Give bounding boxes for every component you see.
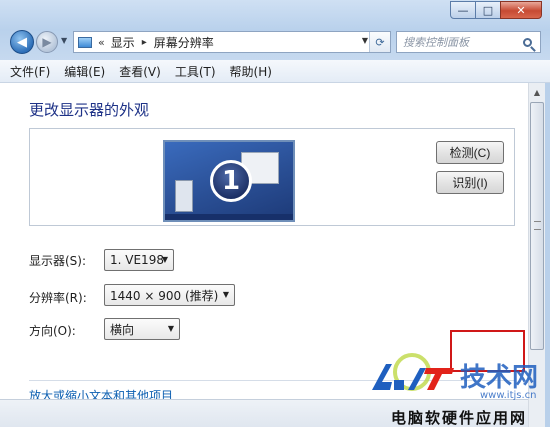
orientation-select-value: 横向 [110,322,135,337]
maximize-button[interactable]: □ [475,1,501,19]
menu-view[interactable]: 查看(V) [113,63,167,80]
svg-text:技术网: 技术网 [460,363,538,393]
menu-bar: 文件(F) 编辑(E) 查看(V) 工具(T) 帮助(H) [0,60,550,83]
resolution-label: 分辨率(R): [29,291,87,305]
control-panel-window: — □ ✕ ◀ ▶ ▼ « 显示 ▸ 屏幕分辨率 ▼ ⟳ 文件(F) 编辑(E)… [0,0,550,427]
chevron-down-icon: ▼ [222,290,229,299]
search-input[interactable] [403,35,521,49]
svg-text:www.itjs.cn: www.itjs.cn [480,390,537,401]
resolution-select-value: 1440 × 900 (推荐) [110,288,219,303]
monitor-preview[interactable]: 1 [163,140,295,222]
display-select-value: 1. VE198 [110,253,164,267]
breadcrumb-overflow[interactable]: « [98,36,105,49]
refresh-icon[interactable]: ⟳ [369,32,390,52]
monitor-taskbar-graphic [165,214,293,220]
search-icon[interactable] [523,37,532,47]
close-button[interactable]: ✕ [500,1,542,19]
menu-edit[interactable]: 编辑(E) [58,63,111,80]
menu-tools[interactable]: 工具(T) [169,63,222,80]
minimize-button[interactable]: — [450,1,476,19]
detect-button[interactable]: 检测(C) [436,141,504,164]
address-bar[interactable]: « 显示 ▸ 屏幕分辨率 ▼ ⟳ [73,31,391,53]
control-panel-icon [78,36,92,48]
address-dropdown-icon[interactable]: ▼ [362,36,368,45]
recent-pages-dropdown-icon[interactable]: ▼ [61,36,67,45]
page-title: 更改显示器的外观 [29,101,150,119]
breadcrumb-item-display[interactable]: 显示 [111,34,135,51]
resolution-select[interactable]: 1440 × 900 (推荐) ▼ [104,284,235,306]
orientation-select[interactable]: 横向 ▼ [104,318,180,340]
forward-button[interactable]: ▶ [36,31,58,53]
menu-file[interactable]: 文件(F) [4,63,56,80]
site-watermark: 技术网 www.itjs.cn 电脑软硬件应用网 [368,352,550,427]
search-box[interactable] [396,31,541,53]
scrollbar-grip-icon [534,221,541,230]
orientation-label: 方向(O): [29,324,76,338]
identify-button[interactable]: 识别(I) [436,171,504,194]
monitor-window-graphic [175,180,193,212]
window-caption-buttons: — □ ✕ [450,1,542,19]
site-name: 电脑软硬件应用网 [390,409,527,427]
arrow-right-icon: ▶ [42,35,52,49]
scrollbar-thumb[interactable] [530,102,544,350]
breadcrumb-item-resolution[interactable]: 屏幕分辨率 [154,34,214,51]
menu-help[interactable]: 帮助(H) [224,63,278,80]
scroll-up-icon[interactable]: ▲ [529,84,545,100]
monitor-number-badge: 1 [210,160,252,202]
arrow-left-icon: ◀ [17,34,27,50]
display-label: 显示器(S): [29,254,87,268]
display-arrangement-box: 1 检测(C) 识别(I) [29,128,515,226]
display-select[interactable]: 1. VE198 ▼ [104,249,174,271]
site-logo-icon: 技术网 www.itjs.cn [372,353,538,401]
back-button[interactable]: ◀ [10,30,34,54]
breadcrumb-separator-icon[interactable]: ▸ [142,37,147,48]
chevron-down-icon: ▼ [161,255,168,264]
chevron-down-icon: ▼ [167,324,174,333]
